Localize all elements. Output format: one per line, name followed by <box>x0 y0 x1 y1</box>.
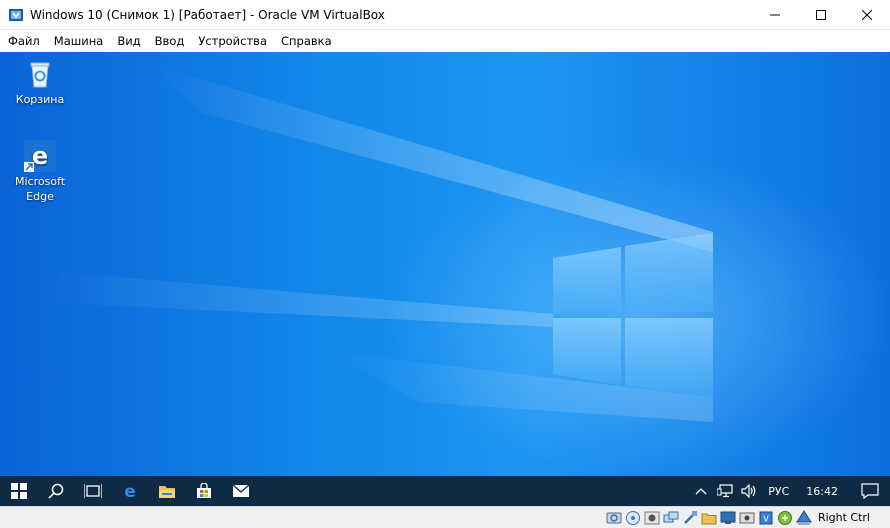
vm-statusbar: V Right Ctrl <box>0 506 890 528</box>
menu-machine[interactable]: Машина <box>46 34 110 48</box>
taskbar-edge-button[interactable]: e <box>111 476 148 506</box>
chevron-up-icon <box>695 488 707 495</box>
minimize-icon <box>770 14 780 16</box>
video-capture-icon[interactable] <box>739 510 755 526</box>
svg-text:e: e <box>124 482 136 500</box>
menu-input[interactable]: Ввод <box>147 34 191 48</box>
network-adapter-icon[interactable] <box>663 510 679 526</box>
edge-icon: e <box>124 482 136 500</box>
taskbar-store-button[interactable] <box>185 476 222 506</box>
action-center-icon <box>861 483 879 499</box>
task-view-icon <box>83 484 102 498</box>
windows-logo <box>40 64 713 422</box>
start-icon <box>10 483 27 499</box>
menu-devices[interactable]: Устройства <box>190 34 273 48</box>
show-hidden-icons-button[interactable] <box>689 476 713 506</box>
taskbar-explorer-button[interactable] <box>148 476 185 506</box>
file-explorer-icon <box>158 486 175 498</box>
taskbar-mail-button[interactable] <box>222 476 259 506</box>
menu-file[interactable]: Файл <box>0 34 46 48</box>
volume-tray-button[interactable] <box>737 476 761 506</box>
mouse-integration-icon[interactable] <box>777 510 793 526</box>
maximize-button[interactable] <box>798 0 844 30</box>
window-titlebar[interactable]: Windows 10 (Снимок 1) [Работает] - Oracl… <box>0 0 890 30</box>
audio-icon[interactable] <box>644 510 660 526</box>
window-title: Windows 10 (Снимок 1) [Работает] - Oracl… <box>30 7 385 22</box>
close-icon <box>862 10 872 20</box>
menubar: Файл Машина Вид Ввод Устройства Справка <box>0 30 890 52</box>
edge-icon: e <box>24 140 56 172</box>
keyboard-icon[interactable] <box>796 509 812 526</box>
host-key-label: Right Ctrl <box>817 511 870 524</box>
clock[interactable]: 16:42 <box>796 485 850 498</box>
desktop-icon-label: Microsoft Edge <box>14 175 66 203</box>
start-button[interactable] <box>0 476 37 506</box>
desktop-icon-edge[interactable]: e Microsoft Edge <box>5 140 75 204</box>
recycle-bin-icon <box>30 62 50 88</box>
menu-view[interactable]: Вид <box>109 34 146 48</box>
input-language-indicator[interactable]: РУС <box>761 485 796 498</box>
usb-icon[interactable] <box>682 510 698 526</box>
volume-icon <box>741 484 756 498</box>
guest-desktop[interactable]: Корзина e Microsoft Edge <box>0 52 890 476</box>
close-button[interactable] <box>844 0 890 30</box>
search-button[interactable] <box>37 476 74 506</box>
shared-folder-icon[interactable] <box>701 510 717 526</box>
system-tray: РУС 16:42 <box>689 476 890 506</box>
svg-text:e: e <box>32 142 48 170</box>
maximize-icon <box>816 10 826 20</box>
search-icon <box>47 483 63 499</box>
network-icon <box>717 484 733 498</box>
desktop-icon-label: Корзина <box>15 93 65 106</box>
task-view-button[interactable] <box>74 476 111 506</box>
hdd-icon[interactable] <box>606 510 622 526</box>
display-icon[interactable] <box>720 510 736 526</box>
network-tray-button[interactable] <box>713 476 737 506</box>
svg-text:V: V <box>763 514 769 523</box>
action-center-button[interactable] <box>850 476 890 506</box>
cpu-icon[interactable]: V <box>758 510 774 526</box>
store-icon <box>196 483 211 498</box>
minimize-button[interactable] <box>752 0 798 30</box>
mail-icon <box>232 484 249 497</box>
optical-drive-icon[interactable] <box>625 510 641 526</box>
desktop-icon-recycle-bin[interactable]: Корзина <box>5 58 75 107</box>
guest-taskbar: e РУС 16:42 <box>0 476 890 506</box>
menu-help[interactable]: Справка <box>273 34 338 48</box>
virtualbox-icon <box>8 7 24 23</box>
